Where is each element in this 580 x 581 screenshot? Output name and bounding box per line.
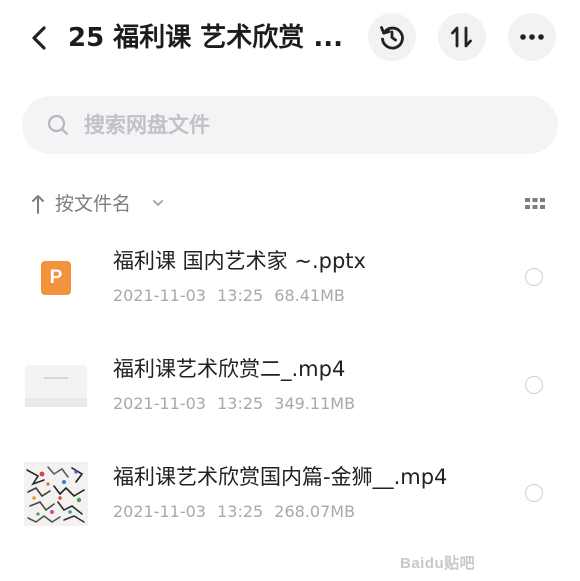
file-size: 349.11MB — [274, 394, 356, 413]
history-button[interactable] — [368, 13, 416, 61]
file-size: 68.41MB — [274, 286, 345, 305]
sort-icon — [451, 26, 472, 48]
select-radio[interactable] — [525, 484, 543, 502]
video-thumbnail — [24, 354, 88, 418]
file-time: 13:25 — [217, 286, 264, 305]
back-button[interactable] — [22, 18, 56, 58]
grid-view-icon[interactable] — [524, 196, 546, 212]
file-size: 268.07MB — [274, 502, 356, 521]
chevron-down-icon[interactable] — [152, 198, 164, 208]
file-date: 2021-11-03 — [113, 502, 206, 521]
file-name: 福利课 国内艺术家 ~.pptx — [113, 249, 366, 273]
file-name: 福利课艺术欣赏二_.mp4 — [113, 357, 346, 381]
select-radio[interactable] — [525, 268, 543, 286]
top-bar: 25 福利课 艺术欣赏 ... — [0, 0, 580, 76]
select-radio[interactable] — [525, 376, 543, 394]
pptx-badge: P — [41, 261, 71, 295]
video-thumbnail — [24, 462, 88, 526]
file-row[interactable]: 福利课艺术欣赏国内篇-金狮__.mp4 2021-11-03 13:25 268… — [0, 442, 580, 550]
file-meta: 2021-11-03 13:25 68.41MB — [113, 284, 351, 308]
search-input[interactable] — [84, 108, 524, 142]
sort-button[interactable] — [438, 13, 486, 61]
sort-by-name-label[interactable]: 按文件名 — [55, 190, 131, 218]
search-bar[interactable] — [22, 96, 558, 154]
sort-bar: 按文件名 — [22, 188, 558, 220]
file-row[interactable]: 福利课艺术欣赏二_.mp4 2021-11-03 13:25 349.11MB — [0, 334, 580, 442]
file-time: 13:25 — [217, 394, 264, 413]
file-date: 2021-11-03 — [113, 394, 206, 413]
file-time: 13:25 — [217, 502, 264, 521]
search-icon — [47, 114, 69, 136]
more-button[interactable] — [508, 13, 556, 61]
baidu-watermark: Baidu贴吧 — [400, 555, 476, 572]
pptx-file-icon: P — [24, 246, 88, 310]
file-row[interactable]: P 福利课 国内艺术家 ~.pptx 2021-11-03 13:25 68.4… — [0, 226, 580, 334]
arrow-up-icon[interactable] — [30, 192, 46, 216]
file-date: 2021-11-03 — [113, 286, 206, 305]
history-icon — [380, 26, 404, 50]
file-name: 福利课艺术欣赏国内篇-金狮__.mp4 — [113, 465, 448, 489]
chevron-left-icon — [32, 26, 46, 50]
file-meta: 2021-11-03 13:25 349.11MB — [113, 392, 361, 416]
more-horizontal-icon — [520, 34, 544, 40]
file-meta: 2021-11-03 13:25 268.07MB — [113, 500, 361, 524]
page-title: 25 福利课 艺术欣赏 ... — [68, 23, 343, 53]
